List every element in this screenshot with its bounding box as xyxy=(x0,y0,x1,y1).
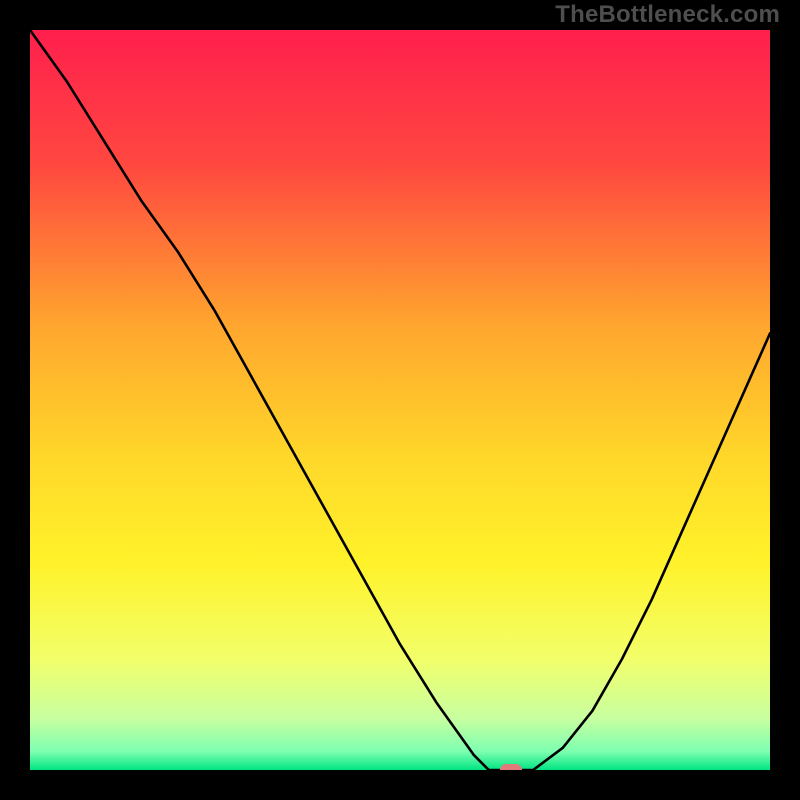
chart-background xyxy=(30,30,770,770)
chart-frame: TheBottleneck.com xyxy=(0,0,800,800)
watermark-text: TheBottleneck.com xyxy=(555,1,780,29)
chart-svg xyxy=(30,30,770,770)
plot-outer xyxy=(30,30,770,770)
current-point-marker xyxy=(500,764,522,770)
